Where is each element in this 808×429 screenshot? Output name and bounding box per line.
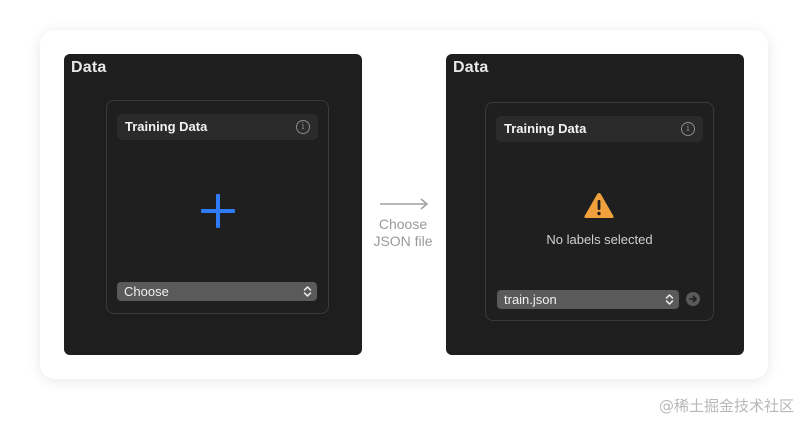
- chevron-updown-icon: [303, 286, 312, 297]
- popup-label: train.json: [504, 292, 557, 307]
- data-panel-after: Data Training Data i No labels selected …: [446, 54, 744, 355]
- arrow-circle-right-icon[interactable]: [686, 292, 700, 306]
- watermark: @稀土掘金技术社区: [658, 397, 794, 415]
- arrow-right-icon: [380, 198, 429, 210]
- training-data-box: Training Data i No labels selected train…: [485, 102, 714, 321]
- panel-title: Data: [71, 59, 107, 76]
- data-panel-before: Data Training Data i Choose: [64, 54, 362, 355]
- transition-caption: Choose JSON file: [360, 216, 446, 250]
- info-icon[interactable]: i: [296, 120, 310, 134]
- panel-title: Data: [453, 59, 489, 76]
- training-data-box: Training Data i Choose: [106, 100, 329, 314]
- caption-line-2: JSON file: [373, 233, 433, 249]
- file-popup-button[interactable]: Choose: [117, 282, 317, 301]
- popup-label: Choose: [124, 284, 169, 299]
- box-title: Training Data: [125, 119, 208, 134]
- warning-icon: [584, 193, 614, 218]
- box-title: Training Data: [504, 121, 587, 136]
- empty-state-message: No labels selected: [546, 232, 653, 247]
- caption-line-1: Choose: [378, 216, 428, 232]
- plus-icon[interactable]: [201, 194, 235, 228]
- box-header: Training Data i: [117, 114, 318, 140]
- info-icon[interactable]: i: [681, 122, 695, 136]
- chevron-updown-icon: [665, 294, 674, 305]
- file-popup-button[interactable]: train.json: [497, 290, 679, 309]
- box-header: Training Data i: [496, 116, 703, 142]
